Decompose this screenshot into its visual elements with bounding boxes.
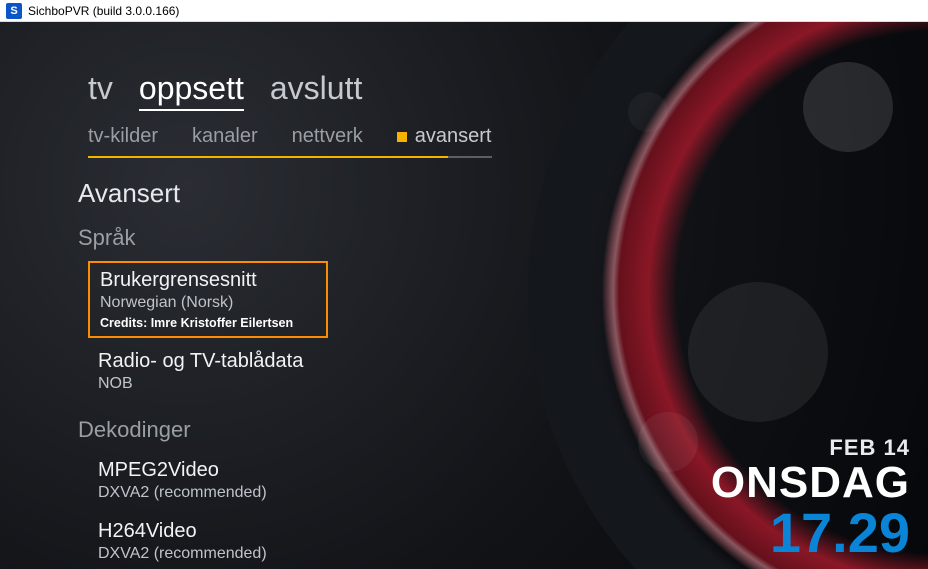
app-content: tv oppsett avslutt tv-kilder kanaler net… [0, 22, 928, 569]
item-title: Radio- og TV-tablådata [98, 350, 318, 373]
nav-oppsett[interactable]: oppsett [139, 70, 244, 111]
item-value: Norwegian (Norsk) [100, 294, 316, 312]
window-title: SichboPVR (build 3.0.0.166) [28, 4, 179, 18]
item-title: MPEG2Video [98, 459, 318, 482]
item-ui-language[interactable]: Brukergrensesnitt Norwegian (Norsk) Cred… [88, 261, 328, 338]
nav-avslutt[interactable]: avslutt [270, 70, 362, 107]
clock-panel: FEB 14 ONSDAG 17.29 [711, 435, 910, 561]
background-bokeh [628, 92, 668, 132]
item-credits: Credits: Imre Kristoffer Eilertsen [100, 316, 316, 330]
app-icon: S [6, 3, 22, 19]
subnav-nettverk[interactable]: nettverk [292, 125, 363, 148]
background-bokeh [638, 412, 698, 472]
nav-underline [88, 156, 492, 158]
section-label-language: Språk [78, 225, 328, 251]
section-decoders: Dekodinger MPEG2Video DXVA2 (recommended… [78, 417, 328, 569]
clock-time: 17.29 [711, 505, 910, 561]
nav-tv[interactable]: tv [88, 70, 113, 107]
item-title: Brukergrensesnitt [100, 269, 316, 292]
settings-page: Avansert Språk Brukergrensesnitt Norwegi… [78, 178, 328, 569]
item-value: DXVA2 (recommended) [98, 484, 318, 502]
subnav-tv-kilder[interactable]: tv-kilder [88, 125, 158, 148]
item-value: NOB [98, 375, 318, 393]
background-bokeh [688, 282, 828, 422]
nav-primary: tv oppsett avslutt [88, 70, 492, 111]
subnav-avansert[interactable]: avansert [397, 125, 492, 148]
item-mpeg2-decoder[interactable]: MPEG2Video DXVA2 (recommended) [88, 453, 328, 508]
subnav-kanaler[interactable]: kanaler [192, 125, 258, 148]
nav-secondary: tv-kilder kanaler nettverk avansert [88, 125, 492, 148]
section-language: Språk Brukergrensesnitt Norwegian (Norsk… [78, 225, 328, 399]
item-title: H264Video [98, 520, 318, 543]
item-epg-language[interactable]: Radio- og TV-tablådata NOB [88, 344, 328, 399]
top-nav: tv oppsett avslutt tv-kilder kanaler net… [88, 70, 492, 148]
item-h264-decoder[interactable]: H264Video DXVA2 (recommended) [88, 514, 328, 569]
selection-marker-icon [397, 132, 407, 142]
section-label-decoders: Dekodinger [78, 417, 328, 443]
clock-day-of-week: ONSDAG [711, 461, 910, 505]
background-bokeh [803, 62, 893, 152]
subnav-avansert-label: avansert [415, 125, 492, 147]
window-titlebar: S SichboPVR (build 3.0.0.166) [0, 0, 928, 22]
page-heading: Avansert [78, 178, 328, 209]
item-value: DXVA2 (recommended) [98, 545, 318, 563]
